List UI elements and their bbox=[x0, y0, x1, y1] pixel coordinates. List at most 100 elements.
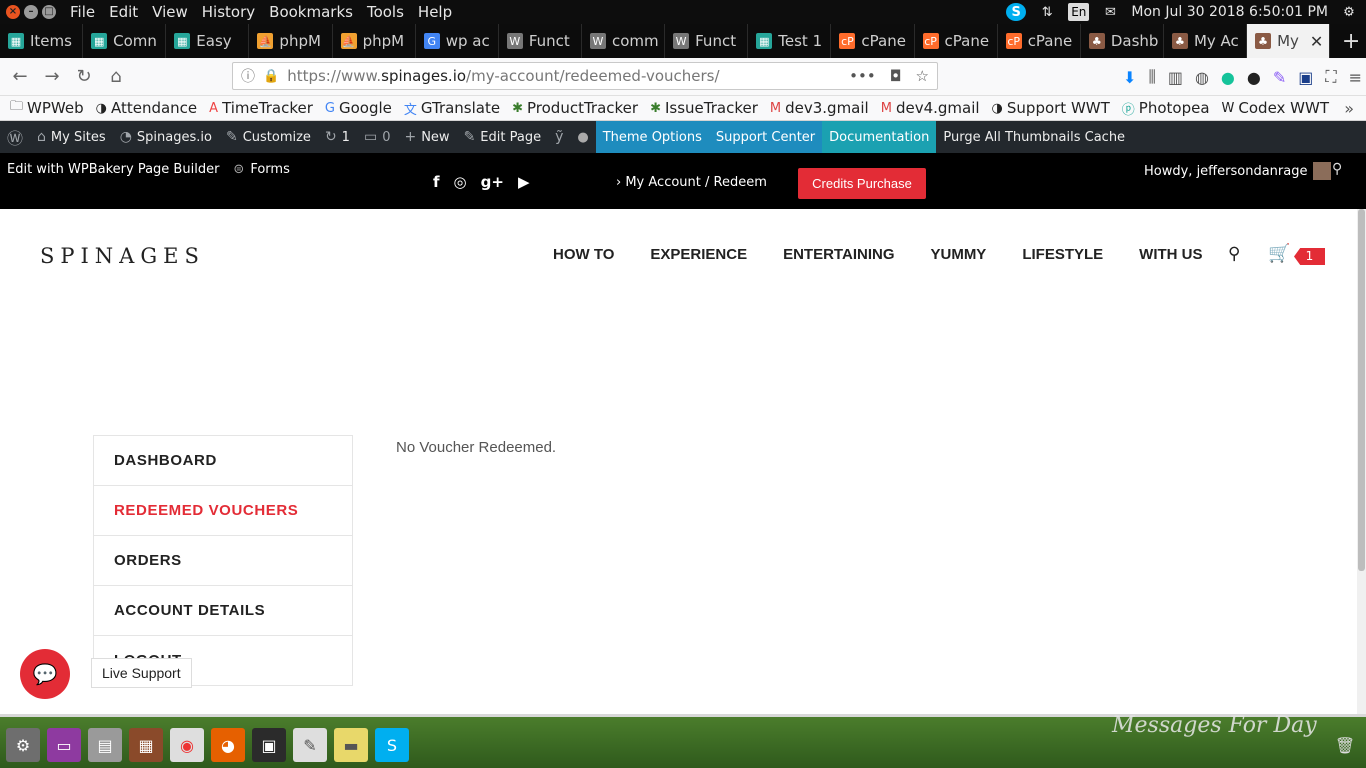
bookmark-wpweb[interactable]: 🗀 WPWeb bbox=[10, 97, 84, 119]
nav-entertaining[interactable]: ENTERTAINING bbox=[783, 246, 894, 263]
firefox-icon[interactable]: ◕ bbox=[211, 728, 245, 762]
updates-link[interactable]: ↻ 1 bbox=[318, 121, 357, 153]
settings-gear-icon[interactable]: ⚙ bbox=[1340, 3, 1358, 21]
menu-help[interactable]: Help bbox=[418, 3, 452, 21]
seo-status-icon[interactable]: ● bbox=[570, 121, 595, 153]
skype-tray-icon[interactable]: S bbox=[1006, 3, 1027, 21]
documentation-link[interactable]: Documentation bbox=[822, 121, 937, 153]
site-info-icon[interactable]: ⓘ bbox=[233, 66, 263, 86]
cart-count-badge[interactable]: 1 bbox=[1294, 248, 1325, 265]
browser-tab[interactable]: W Funct bbox=[665, 24, 749, 58]
new-content-link[interactable]: + New bbox=[397, 121, 456, 153]
browser-tab[interactable]: cP cPane bbox=[831, 24, 915, 58]
breadcrumb-link[interactable]: My Account / Redeem bbox=[625, 175, 767, 190]
customize-link[interactable]: ✎ Customize bbox=[219, 121, 318, 153]
text-editor-icon[interactable]: ✎ bbox=[293, 728, 327, 762]
keyboard-language-indicator[interactable]: En bbox=[1068, 3, 1090, 21]
nav-lifestyle[interactable]: LIFESTYLE bbox=[1022, 246, 1103, 263]
browser-tab[interactable]: Gwp ac bbox=[416, 24, 499, 58]
account-nav-orders[interactable]: ORDERS bbox=[94, 536, 352, 586]
back-arrow-icon[interactable]: ← bbox=[4, 66, 36, 87]
wordpress-logo-icon[interactable]: Ⓦ bbox=[0, 121, 30, 153]
browser-tab[interactable]: ♣ Dashb bbox=[1081, 24, 1164, 58]
browser-tab[interactable]: ▦ Test 1 bbox=[748, 24, 832, 58]
credits-purchase-button[interactable]: Credits Purchase bbox=[798, 168, 926, 199]
scrollbar-thumb[interactable] bbox=[1358, 209, 1365, 571]
browser-tab[interactable]: ♣ My Ac bbox=[1164, 24, 1248, 58]
sticky-notes-icon[interactable]: ▬ bbox=[334, 728, 368, 762]
nav-with-us[interactable]: WITH US bbox=[1139, 246, 1202, 263]
browser-tab[interactable]: ⛵ phpM bbox=[333, 24, 416, 58]
bookmark-timetracker[interactable]: A TimeTracker bbox=[209, 99, 313, 117]
browser-tab[interactable]: W Funct bbox=[499, 24, 582, 58]
home-icon[interactable]: ⌂ bbox=[100, 66, 132, 87]
browser-tab[interactable]: cP cPane bbox=[915, 24, 998, 58]
instagram-icon[interactable]: ◎ bbox=[454, 173, 467, 191]
bookmarks-overflow-icon[interactable]: » bbox=[1344, 99, 1354, 118]
page-actions-icon[interactable]: ••• bbox=[849, 67, 876, 85]
close-tab-icon[interactable]: ✕ bbox=[1310, 32, 1323, 51]
account-nav-account-details[interactable]: ACCOUNT DETAILS bbox=[94, 586, 352, 636]
menu-bookmarks[interactable]: Bookmarks bbox=[269, 3, 353, 21]
menu-view[interactable]: View bbox=[152, 3, 188, 21]
yoast-seo-icon[interactable]: ỹ bbox=[548, 121, 570, 153]
live-chat-button[interactable]: 💬 bbox=[20, 649, 70, 699]
forms-link[interactable]: ⊜ Forms bbox=[233, 162, 289, 177]
nav-how-to[interactable]: HOW TO bbox=[553, 246, 614, 263]
trash-icon[interactable]: 🗑 bbox=[1328, 728, 1362, 762]
edit-page-link[interactable]: ✎ Edit Page bbox=[457, 121, 549, 153]
user-account-menu[interactable]: Howdy, jeffersondanrage bbox=[1144, 162, 1332, 180]
grammarly-icon[interactable]: ● bbox=[1221, 68, 1235, 87]
skype-app-icon[interactable]: S bbox=[375, 728, 409, 762]
account-nav-redeemed-vouchers[interactable]: REDEEMED VOUCHERS bbox=[94, 486, 352, 536]
chrome-icon[interactable]: ◉ bbox=[170, 728, 204, 762]
facebook-icon[interactable]: f bbox=[433, 173, 440, 191]
library-icon[interactable]: ⫼ bbox=[1148, 67, 1155, 87]
forward-arrow-icon[interactable]: → bbox=[36, 66, 68, 87]
site-name-link[interactable]: ◔ Spinages.io bbox=[113, 121, 219, 153]
youtube-icon[interactable]: ▶ bbox=[518, 173, 530, 191]
browser-tab[interactable]: ▦ Items bbox=[0, 24, 84, 58]
window-minimize-button[interactable]: – bbox=[24, 5, 38, 19]
terminal-icon[interactable]: ▣ bbox=[252, 728, 286, 762]
drive-icon[interactable]: ▤ bbox=[88, 728, 122, 762]
extension-dark-icon[interactable]: ● bbox=[1247, 68, 1261, 87]
tab-active[interactable]: ♣ My ✕ bbox=[1247, 24, 1331, 58]
menu-file[interactable]: File bbox=[70, 3, 95, 21]
bookmark-gtranslate[interactable]: 文 GTranslate bbox=[404, 99, 500, 118]
window-close-button[interactable]: × bbox=[6, 5, 20, 19]
bookmark-google[interactable]: G Google bbox=[325, 99, 392, 117]
google-plus-icon[interactable]: g+ bbox=[481, 173, 504, 191]
reload-icon[interactable]: ↻ bbox=[68, 66, 100, 87]
support-center-link[interactable]: Support Center bbox=[708, 121, 823, 153]
browser-tab[interactable]: ▦ Easy bbox=[166, 24, 250, 58]
downloads-icon[interactable]: ⬇ bbox=[1123, 68, 1136, 87]
site-logo[interactable]: SPINAGES bbox=[40, 244, 205, 268]
bookmark-photopea[interactable]: ⓟ Photopea bbox=[1122, 99, 1210, 118]
hamburger-menu-icon[interactable]: ≡ bbox=[1349, 68, 1362, 87]
system-settings-icon[interactable]: ⚙ bbox=[6, 728, 40, 762]
page-scrollbar[interactable] bbox=[1357, 209, 1366, 714]
header-search-icon[interactable]: ⚲ bbox=[1228, 244, 1240, 264]
bookmark-dev3-gmail[interactable]: Mdev3.gmail bbox=[770, 99, 869, 117]
menu-edit[interactable]: Edit bbox=[109, 3, 138, 21]
address-bar[interactable]: ⓘ 🔒 https://www. spinages.io/my-account/r… bbox=[232, 62, 938, 90]
network-icon[interactable]: ⇅ bbox=[1038, 3, 1056, 21]
bookmark-star-icon[interactable]: ☆ bbox=[916, 67, 929, 85]
my-sites-link[interactable]: ⌂ My Sites bbox=[30, 121, 113, 153]
color-picker-icon[interactable]: ✎ bbox=[1273, 68, 1286, 87]
bookmark-attendance[interactable]: ◑ Attendance bbox=[96, 99, 198, 117]
wpbakery-edit-link[interactable]: Edit with WPBakery Page Builder bbox=[7, 162, 219, 177]
window-maximize-button[interactable]: □ bbox=[42, 5, 56, 19]
purge-thumbnails-link[interactable]: Purge All Thumbnails Cache bbox=[936, 121, 1132, 153]
bookmark-issuetracker[interactable]: ✱ IssueTracker bbox=[650, 99, 758, 117]
bookmark-producttracker[interactable]: ✱ ProductTracker bbox=[512, 99, 638, 117]
mail-icon[interactable]: ✉ bbox=[1101, 3, 1119, 21]
menu-history[interactable]: History bbox=[202, 3, 255, 21]
pocket-icon[interactable]: ◘ bbox=[890, 67, 902, 85]
menu-tools[interactable]: Tools bbox=[367, 3, 404, 21]
screenshot-app-icon[interactable]: ▭ bbox=[47, 728, 81, 762]
bookmark-dev4-gmail[interactable]: Mdev4.gmail bbox=[881, 99, 980, 117]
theme-options-link[interactable]: Theme Options bbox=[595, 121, 709, 153]
screenshot-icon[interactable]: ⛶ bbox=[1325, 67, 1336, 87]
